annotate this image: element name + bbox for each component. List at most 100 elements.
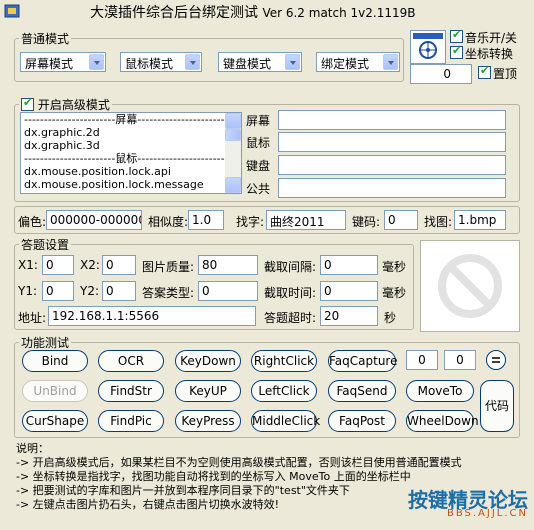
list-item[interactable]: dx.graphic.2d — [21, 126, 241, 139]
topmost-checkbox[interactable] — [478, 64, 491, 79]
findpic-button[interactable]: FindPic — [98, 410, 164, 432]
coord-convert-label: 坐标转换 — [465, 47, 514, 61]
menu-circle-button[interactable] — [486, 350, 506, 370]
scroll-thumb[interactable] — [225, 129, 241, 141]
title-text: 大漠插件综合后台绑定测试 — [90, 5, 258, 21]
advanced-option-list[interactable]: -----------------------屏幕---------------… — [20, 112, 242, 194]
similarity-input[interactable]: 1.0 — [188, 210, 224, 230]
adv-screen-input[interactable] — [278, 110, 506, 130]
coord-number-field[interactable]: 0 — [410, 64, 472, 84]
forum-watermark-url: BBS.AJJL.CN — [446, 508, 528, 519]
screen-mode-select[interactable]: 屏幕模式 — [20, 52, 106, 72]
capture-time-unit: 毫秒 — [382, 286, 407, 300]
faqsend-button[interactable]: FaqSend — [328, 380, 396, 402]
keyup-button[interactable]: KeyUP — [175, 380, 241, 402]
notes-line: -> 坐标转换是指找字，找图功能自动将找到的坐标写入 MoveTo 上面的坐标栏… — [16, 470, 411, 483]
address-input[interactable]: 192.168.1.1:5566 — [48, 306, 256, 326]
title-bar: 大漠插件综合后台绑定测试 Ver 6.2 match 1v2.1119B — [0, 0, 534, 24]
keydown-button[interactable]: KeyDown — [175, 350, 241, 372]
key-code-input[interactable]: 0 — [384, 210, 418, 230]
keypress-button[interactable]: KeyPress — [175, 410, 241, 432]
scroll-down-icon[interactable] — [225, 177, 241, 193]
x2-label: X2: — [80, 258, 100, 272]
adv-keyboard-label: 键盘 — [246, 159, 271, 173]
ocr-button[interactable]: OCR — [98, 350, 164, 372]
list-item[interactable]: dx.graphic.3d — [21, 139, 241, 152]
adv-mouse-label: 鼠标 — [246, 136, 271, 150]
small-input-2[interactable]: 0 — [444, 350, 476, 370]
app-icon — [4, 4, 20, 18]
curshape-button[interactable]: CurShape — [22, 410, 88, 432]
adv-mouse-input[interactable] — [278, 132, 506, 152]
list-item[interactable]: -----------------------鼠标---------------… — [21, 152, 241, 165]
answer-settings-legend: 答题设置 — [21, 238, 70, 252]
advanced-mode-label: 开启高级模式 — [37, 98, 110, 112]
answer-type-label: 答案类型: — [142, 286, 195, 300]
capture-time-input[interactable]: 0 — [320, 281, 378, 301]
key-code-label: 键码: — [352, 215, 381, 229]
list-scrollbar[interactable] — [225, 113, 241, 193]
interval-input[interactable]: 0 — [320, 255, 378, 275]
screen-mode-value: 屏幕模式 — [25, 57, 74, 71]
x2-input[interactable]: 0 — [102, 255, 136, 275]
adv-common-label: 公共 — [246, 182, 271, 196]
list-item[interactable]: dx.mouse.position.lock.api — [21, 165, 241, 178]
equals-icon — [492, 357, 500, 363]
list-item[interactable]: -----------------------屏幕---------------… — [21, 113, 241, 126]
small-input-1[interactable]: 0 — [406, 350, 438, 370]
music-label: 音乐开/关 — [465, 31, 518, 45]
advanced-mode-checkbox[interactable] — [21, 96, 34, 111]
adv-common-input[interactable] — [278, 178, 506, 198]
faqcapture-button[interactable]: FaqCapture — [328, 350, 397, 372]
scroll-up-icon[interactable] — [225, 113, 241, 129]
y2-input[interactable]: 0 — [102, 281, 136, 301]
crosshair-tool[interactable] — [410, 30, 446, 64]
leftclick-button[interactable]: LeftClick — [251, 380, 317, 402]
mouse-mode-value: 鼠标模式 — [125, 57, 174, 71]
chevron-down-icon — [185, 54, 200, 70]
moveto-button[interactable]: MoveTo — [406, 380, 474, 402]
find-pic-label: 找图: — [424, 215, 453, 229]
interval-label: 截取间隔: — [264, 260, 317, 274]
find-pic-input[interactable]: 1.bmp — [454, 210, 506, 230]
y1-label: Y1: — [18, 284, 38, 298]
function-test-legend: 功能测试 — [21, 336, 70, 350]
bind-mode-value: 绑定模式 — [321, 57, 370, 71]
adv-keyboard-input[interactable] — [278, 155, 506, 175]
normal-mode-legend: 普通模式 — [21, 32, 70, 46]
version-text: Ver 6.2 match 1v2.1119B — [262, 6, 416, 20]
faqpost-button[interactable]: FaqPost — [328, 410, 396, 432]
bind-button[interactable]: Bind — [22, 350, 88, 372]
find-word-label: 找字: — [236, 215, 265, 229]
quality-input[interactable]: 80 — [198, 255, 258, 275]
capture-time-label: 截取时间: — [264, 286, 317, 300]
findstr-button[interactable]: FindStr — [98, 380, 164, 402]
color-offset-input[interactable]: 000000-000000 — [46, 210, 142, 230]
captcha-preview[interactable] — [420, 240, 520, 332]
topmost-label: 置顶 — [493, 67, 518, 81]
wheeldown-button[interactable]: WheelDown — [406, 410, 479, 432]
x1-input[interactable]: 0 — [42, 255, 74, 275]
chevron-down-icon — [383, 54, 398, 70]
music-checkbox[interactable] — [450, 28, 463, 43]
coord-convert-checkbox[interactable] — [450, 44, 463, 59]
mouse-mode-select[interactable]: 鼠标模式 — [120, 52, 202, 72]
keyboard-mode-select[interactable]: 键盘模式 — [218, 52, 302, 72]
adv-screen-label: 屏幕 — [246, 114, 271, 128]
y1-input[interactable]: 0 — [42, 281, 74, 301]
answer-type-input[interactable]: 0 — [198, 281, 258, 301]
keyboard-mode-value: 键盘模式 — [223, 57, 272, 71]
no-image-icon — [438, 254, 502, 318]
list-item[interactable]: dx.mouse.position.lock.message — [21, 178, 241, 191]
similarity-label: 相似度: — [148, 215, 189, 229]
y2-label: Y2: — [80, 284, 100, 298]
middleclick-button[interactable]: MiddleClick — [251, 410, 320, 432]
rightclick-button[interactable]: RightClick — [251, 350, 317, 372]
timeout-unit: 秒 — [384, 311, 397, 325]
timeout-input[interactable]: 20 — [320, 306, 378, 326]
code-button[interactable]: 代码 — [480, 380, 514, 432]
unbind-button[interactable]: UnBind — [22, 380, 88, 402]
find-word-input[interactable]: 曲终2011 — [266, 210, 346, 230]
timeout-label: 答题超时: — [264, 311, 317, 325]
bind-mode-select[interactable]: 绑定模式 — [316, 52, 400, 72]
